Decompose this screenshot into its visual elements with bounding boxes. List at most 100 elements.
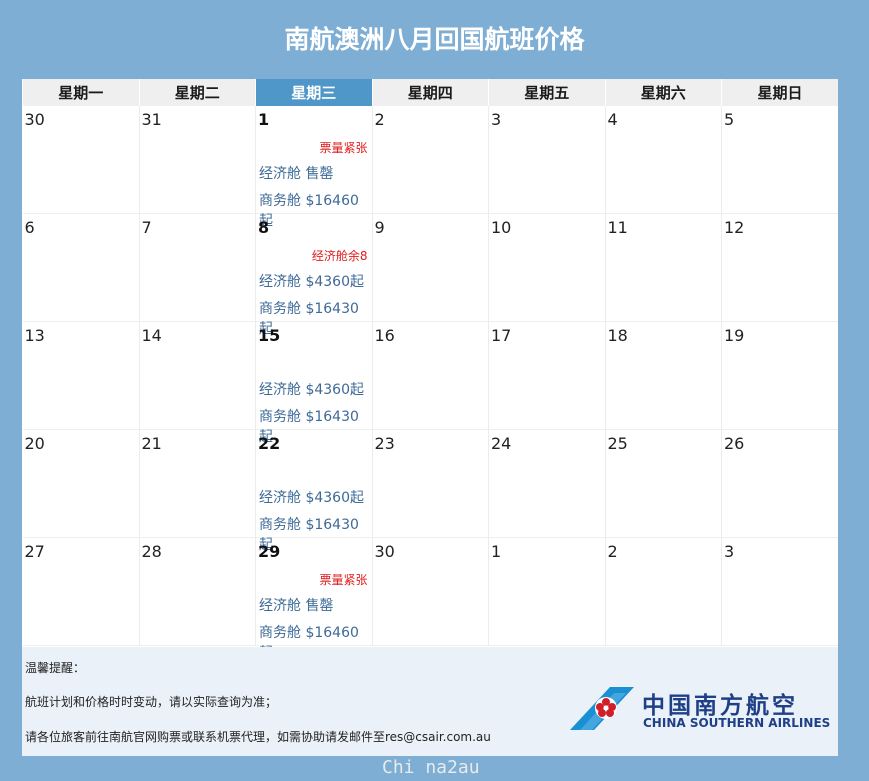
flight-day-cell: 8 经济舱余8 经济舱 $4360起 商务舱 $16430起 — [255, 213, 372, 337]
flight-day-cell: 22 经济舱 $4360起 商务舱 $16430起 — [255, 429, 372, 553]
logo-english-text: CHINA SOUTHERN AIRLINES — [643, 716, 831, 730]
weekday-header: 星期一 — [22, 79, 139, 106]
weekday-header: 星期日 — [721, 79, 838, 106]
day-number: 17 — [491, 326, 512, 345]
day-number: 3 — [724, 542, 735, 561]
day-number: 11 — [607, 218, 628, 237]
day-number: 3 — [491, 110, 502, 129]
day-number: 16 — [374, 326, 395, 345]
calendar-day-cell: 2 — [371, 106, 489, 214]
calendar-day-cell: 9 — [371, 213, 489, 322]
calendar-day-cell: 30 — [22, 106, 139, 214]
economy-price: 经济舱 $4360起 — [259, 490, 364, 506]
calendar-week-row: 6 7 8 经济舱余8 经济舱 $4360起 商务舱 $16430起 9 10 11 12 — [22, 213, 838, 337]
day-number: 14 — [141, 326, 162, 345]
page-title: 南航澳洲八月回国航班价格 — [284, 25, 585, 54]
calendar-day-cell: 3 — [721, 537, 838, 646]
calendar-day-cell: 13 — [22, 321, 139, 430]
footer-notice: 温馨提醒： 航班计划和价格时时变动，请以实际查询为准； 请各位旅客前往南航官网购… — [22, 647, 838, 756]
calendar-day-cell: 12 — [721, 213, 838, 322]
day-number: 15 — [258, 326, 281, 345]
calendar-day-cell: 3 — [488, 106, 605, 214]
availability-note: 票量紧张 — [319, 141, 368, 155]
calendar-day-cell: 6 — [22, 213, 139, 322]
calendar-day-cell: 11 — [604, 213, 722, 322]
weekday-header: 星期六 — [604, 79, 722, 106]
day-number: 26 — [724, 434, 745, 453]
footer-heading: 温馨提醒： — [25, 661, 86, 675]
day-number: 31 — [141, 110, 162, 129]
calendar-day-cell: 26 — [721, 429, 838, 538]
day-number: 7 — [141, 218, 152, 237]
day-number: 12 — [724, 218, 745, 237]
calendar-day-cell: 20 — [22, 429, 139, 538]
calendar-day-cell: 28 — [138, 537, 256, 646]
day-number: 28 — [141, 542, 162, 561]
calendar-week-row: 272829票量紧张经济舱 售罄商务舱 $16460起30123 — [22, 537, 838, 661]
flight-day-cell: 29票量紧张经济舱 售罄商务舱 $16460起 — [255, 537, 372, 661]
calendar-day-cell: 18 — [604, 321, 722, 430]
day-number: 2 — [374, 110, 385, 129]
day-number: 30 — [24, 110, 45, 129]
calendar-week-row: 13 14 15 经济舱 $4360起 商务舱 $16430起 16 17 18 19 — [22, 321, 838, 445]
weekday-header: 星期二 — [138, 79, 256, 106]
calendar-day-cell: 30 — [371, 537, 489, 646]
calendar-panel: 星期一 星期二 星期三 星期四 星期五 星期六 星期日 30 31 1 票量紧张 经济舱… — [22, 79, 838, 756]
calendar-day-cell: 24 — [488, 429, 605, 538]
calendar-day-cell: 2 — [604, 537, 722, 646]
watermark: Chi na2au — [382, 757, 480, 778]
weekday-header: 星期五 — [488, 79, 605, 106]
kapok-flower-logo-icon — [570, 687, 634, 730]
day-number: 6 — [24, 218, 35, 237]
availability-note: 票量紧张 — [319, 573, 368, 587]
day-number: 20 — [24, 434, 45, 453]
economy-price: 经济舱 $4360起 — [259, 382, 364, 398]
day-number: 18 — [607, 326, 628, 345]
weekday-header-highlighted: 星期三 — [255, 79, 372, 106]
day-number: 25 — [607, 434, 628, 453]
day-number: 1 — [258, 110, 270, 129]
footer-line-1: 航班计划和价格时时变动，请以实际查询为准； — [25, 695, 278, 709]
calendar-day-cell: 31 — [138, 106, 256, 214]
calendar-day-cell: 21 — [138, 429, 256, 538]
day-number: 13 — [24, 326, 45, 345]
availability-note: 经济舱余8 — [311, 249, 368, 263]
calendar-day-cell: 14 — [138, 321, 256, 430]
day-number: 22 — [258, 434, 281, 453]
day-number: 4 — [607, 110, 618, 129]
flight-day-cell: 15 经济舱 $4360起 商务舱 $16430起 — [255, 321, 372, 445]
calendar-week-row: 30 31 1 票量紧张 经济舱 售罄 商务舱 $16460起 2 3 4 5 — [22, 106, 838, 229]
day-number: 10 — [491, 218, 512, 237]
day-number: 5 — [724, 110, 735, 129]
day-number: 27 — [24, 542, 45, 561]
flight-day-cell: 1 票量紧张 经济舱 售罄 商务舱 $16460起 — [255, 106, 372, 229]
day-number: 1 — [491, 542, 502, 561]
calendar-day-cell: 1 — [488, 537, 605, 646]
footer-line-2: 请各位旅客前往南航官网购票或联系机票代理，如需协助请发邮件至res@csair.… — [25, 730, 491, 744]
day-number: 23 — [374, 434, 395, 453]
weekday-header-row: 星期一 星期二 星期三 星期四 星期五 星期六 星期日 — [22, 79, 838, 106]
calendar-table: 星期一 星期二 星期三 星期四 星期五 星期六 星期日 30 31 1 票量紧张 经济舱… — [22, 79, 838, 661]
calendar-week-row: 20 21 22 经济舱 $4360起 商务舱 $16430起 23 24 25 26 — [22, 429, 838, 553]
day-number: 8 — [258, 218, 270, 237]
calendar-day-cell: 7 — [138, 213, 256, 322]
economy-price: 经济舱 $4360起 — [259, 274, 364, 290]
day-number: 21 — [141, 434, 162, 453]
calendar-day-cell: 5 — [721, 106, 838, 214]
calendar-day-cell: 4 — [604, 106, 722, 214]
day-number: 2 — [607, 542, 618, 561]
calendar-day-cell: 27 — [22, 537, 139, 646]
calendar-day-cell: 19 — [721, 321, 838, 430]
calendar-day-cell: 16 — [371, 321, 489, 430]
day-number: 9 — [374, 218, 385, 237]
economy-price: 经济舱 售罄 — [259, 166, 334, 182]
logo-chinese-text: 中国南方航空 — [642, 693, 798, 719]
calendar-day-cell: 10 — [488, 213, 605, 322]
calendar-day-cell: 17 — [488, 321, 605, 430]
day-number: 19 — [724, 326, 745, 345]
day-number: 30 — [374, 542, 395, 561]
economy-price: 经济舱 售罄 — [259, 598, 334, 614]
calendar-day-cell: 23 — [371, 429, 489, 538]
day-number: 29 — [258, 542, 281, 561]
calendar-day-cell: 25 — [604, 429, 722, 538]
